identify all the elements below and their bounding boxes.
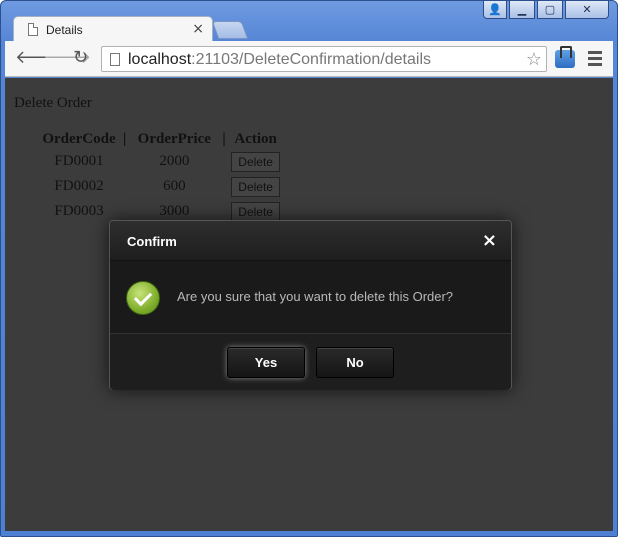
close-window-button[interactable]: ✕: [565, 1, 609, 19]
new-tab-button[interactable]: [211, 21, 249, 39]
table-row: FD0002 600 Delete: [35, 174, 286, 199]
url-text[interactable]: localhost:21103/DeleteConfirmation/detai…: [128, 51, 431, 69]
column-separator: |: [222, 131, 226, 147]
column-header-action: Action: [234, 131, 277, 147]
order-price: 2000: [159, 153, 190, 169]
maximize-button[interactable]: ▢: [537, 1, 563, 19]
delete-button[interactable]: Delete: [231, 151, 280, 172]
yes-button[interactable]: Yes: [227, 347, 305, 378]
browser-toolbar: 🡐 🡒 ↻ localhost:21103/DeleteConfirmation…: [5, 41, 613, 77]
browser-window: 👤 ▁ ▢ ✕ Details × 🡐 🡒 ↻ localhost:21103/…: [0, 0, 618, 537]
page-icon: [110, 53, 120, 66]
url-host: localhost: [128, 51, 192, 68]
delete-button[interactable]: Delete: [231, 201, 280, 222]
delete-button[interactable]: Delete: [231, 176, 280, 197]
address-bar[interactable]: localhost:21103/DeleteConfirmation/detai…: [101, 46, 547, 72]
table-row: FD0001 2000 Delete: [35, 149, 286, 174]
url-path: :21103/DeleteConfirmation/details: [191, 51, 431, 68]
dialog-footer: Yes No: [110, 334, 511, 390]
orders-table: OrderCode | OrderPrice | Action FD0001 2…: [35, 130, 286, 224]
bookmark-star-icon[interactable]: ☆: [526, 49, 542, 70]
dialog-message: Are you sure that you want to delete thi…: [177, 289, 454, 304]
column-header-orderprice: OrderPrice: [137, 131, 211, 147]
table-header-row: OrderCode | OrderPrice | Action: [35, 130, 286, 149]
reload-icon[interactable]: ↻: [73, 48, 88, 68]
tab-details[interactable]: Details ×: [13, 16, 213, 42]
tab-title: Details: [46, 23, 83, 37]
order-price: 600: [163, 178, 186, 194]
close-icon[interactable]: ×: [482, 230, 497, 251]
extension-icon[interactable]: [555, 46, 575, 68]
column-header-ordercode: OrderCode: [42, 131, 116, 147]
tab-close-icon[interactable]: ×: [192, 21, 204, 37]
column-separator: |: [123, 131, 127, 147]
profile-icon[interactable]: 👤: [483, 1, 507, 19]
dialog-title: Confirm: [127, 234, 177, 249]
page-icon: [28, 23, 38, 36]
page-heading: Delete Order: [14, 95, 92, 111]
minimize-button[interactable]: ▁: [509, 1, 535, 19]
order-code: FD0002: [54, 178, 104, 194]
check-circle-icon: [126, 281, 160, 315]
dialog-header: Confirm ×: [110, 221, 511, 261]
order-code: FD0001: [54, 153, 104, 169]
confirm-dialog: Confirm × Are you sure that you want to …: [109, 220, 512, 390]
no-button[interactable]: No: [316, 347, 394, 378]
dialog-body: Are you sure that you want to delete thi…: [110, 261, 511, 334]
window-controls: 👤 ▁ ▢ ✕: [483, 1, 609, 19]
menu-icon[interactable]: [588, 51, 602, 69]
